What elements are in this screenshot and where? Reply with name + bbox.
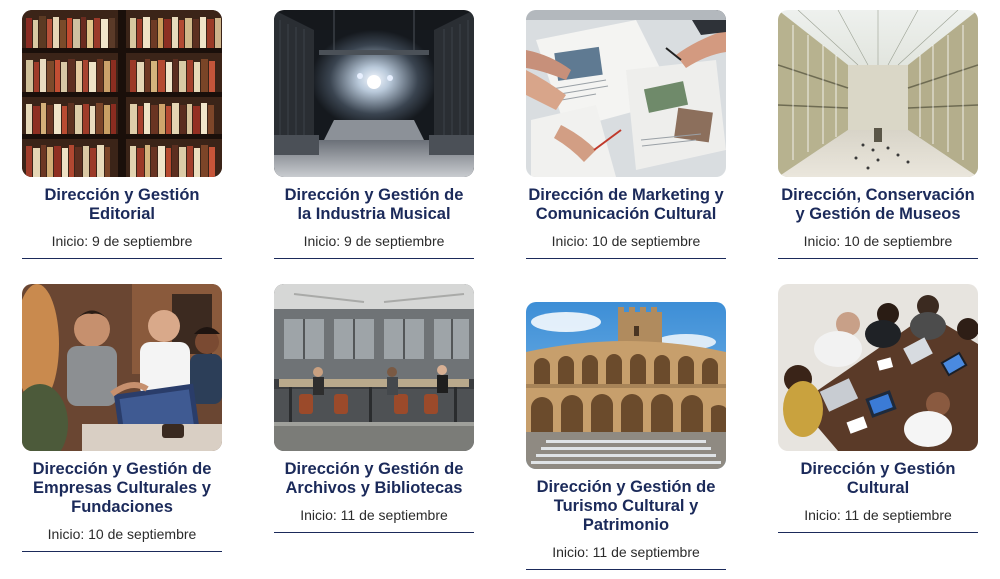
course-card-cultural-management[interactable]: Dirección y Gestión Cultural Inicio: 11 … [778,284,978,533]
course-title[interactable]: Dirección y Gestión de Archivos y Biblio… [274,460,474,498]
team-table-overhead-photo[interactable] [778,284,978,451]
course-title[interactable]: Dirección y Gestión Cultural [778,460,978,498]
course-card-archives-libraries[interactable]: Dirección y Gestión de Archivos y Biblio… [274,284,474,533]
course-title[interactable]: Dirección, Conservación y Gestión de Mus… [778,186,978,224]
marketing-meeting-photo[interactable] [526,10,726,177]
course-card-marketing[interactable]: Dirección de Marketing y Comunicación Cu… [526,10,726,259]
course-title[interactable]: Dirección y Gestión de la Industria Musi… [274,186,474,224]
concert-stage-photo[interactable] [274,10,474,177]
card-divider [778,258,978,259]
course-start-date: Inicio: 11 de septiembre [552,544,700,560]
card-divider [526,258,726,259]
card-divider [778,532,978,533]
course-start-date: Inicio: 9 de septiembre [303,233,445,249]
team-laptop-photo[interactable] [22,284,222,451]
library-reading-room-photo[interactable] [274,284,474,451]
card-divider [274,532,474,533]
course-title[interactable]: Dirección y Gestión de Turismo Cultural … [526,478,726,535]
card-divider [22,551,222,552]
card-divider [22,258,222,259]
castle-courtyard-photo[interactable] [526,302,726,469]
course-start-date: Inicio: 10 de septiembre [551,233,701,249]
course-card-cultural-tourism[interactable]: Dirección y Gestión de Turismo Cultural … [526,302,726,570]
course-title[interactable]: Dirección de Marketing y Comunicación Cu… [526,186,726,224]
card-divider [526,569,726,570]
course-title[interactable]: Dirección y Gestión de Empresas Cultural… [22,460,222,517]
course-start-date: Inicio: 10 de septiembre [47,526,197,542]
course-start-date: Inicio: 9 de septiembre [51,233,193,249]
bookshelf-library-photo[interactable] [22,10,222,177]
course-card-museums[interactable]: Dirección, Conservación y Gestión de Mus… [778,10,978,259]
course-card-music-industry[interactable]: Dirección y Gestión de la Industria Musi… [274,10,474,259]
course-card-cultural-companies[interactable]: Dirección y Gestión de Empresas Cultural… [22,284,222,552]
course-start-date: Inicio: 11 de septiembre [300,507,448,523]
course-start-date: Inicio: 10 de septiembre [803,233,953,249]
course-card-editorial[interactable]: Dirección y Gestión Editorial Inicio: 9 … [22,10,222,259]
course-start-date: Inicio: 11 de septiembre [804,507,952,523]
course-title[interactable]: Dirección y Gestión Editorial [22,186,222,224]
card-divider [274,258,474,259]
museum-atrium-photo[interactable] [778,10,978,177]
